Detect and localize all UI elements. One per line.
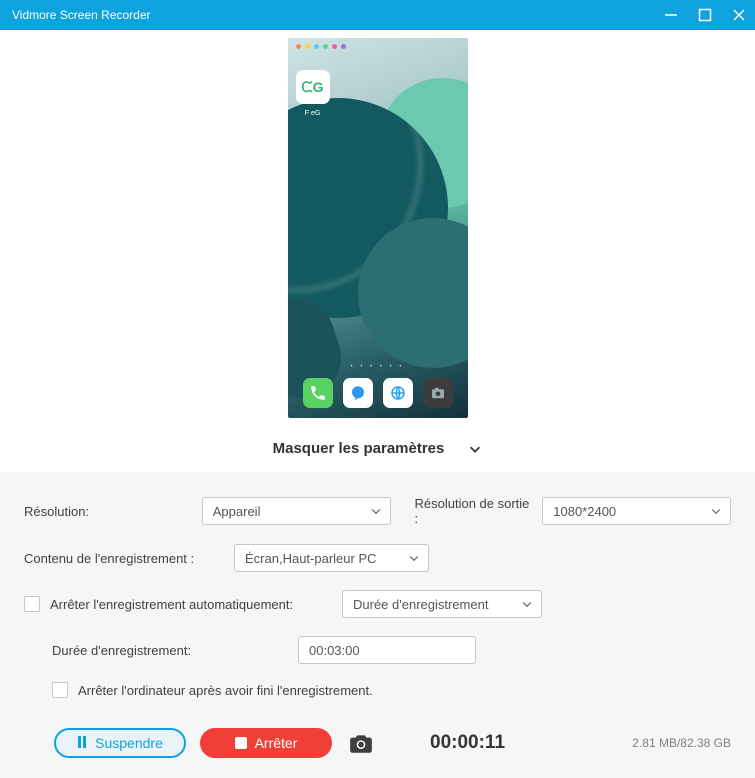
preview-area: ᙅG F eG • • • • • •: [0, 30, 755, 432]
auto-stop-checkbox[interactable]: [24, 596, 40, 612]
camera-icon: [348, 732, 374, 754]
close-button[interactable]: [731, 7, 747, 23]
chevron-down-icon: [408, 552, 420, 564]
duration-value: 00:03:00: [309, 643, 360, 658]
chevron-down-icon: [521, 598, 533, 610]
resolution-value: Appareil: [213, 504, 261, 519]
minimize-button[interactable]: [663, 7, 679, 23]
output-resolution-label: Résolution de sortie :: [415, 496, 533, 526]
settings-toggle-row: Masquer les paramètres: [0, 432, 755, 472]
screenshot-button[interactable]: [346, 730, 376, 756]
chevron-down-icon: [370, 505, 382, 517]
output-resolution-select[interactable]: 1080*2400: [542, 497, 731, 525]
camera-icon: [423, 378, 453, 408]
stop-label: Arrêter: [255, 735, 298, 751]
content-select[interactable]: Écran,Haut-parleur PC: [234, 544, 429, 572]
footer-bar: Suspendre Arrêter 00:00:11 2.81 MB/82.38…: [0, 720, 755, 778]
auto-stop-label: Arrêter l'enregistrement automatiquement…: [50, 597, 332, 612]
phone-app-icon: ᙅG F eG: [296, 70, 330, 104]
message-icon: [343, 378, 373, 408]
toggle-settings-label: Masquer les paramètres: [273, 440, 445, 457]
phone-dock: [288, 378, 468, 408]
duration-input[interactable]: 00:03:00: [298, 636, 476, 664]
stop-button[interactable]: Arrêter: [200, 728, 332, 758]
settings-panel: Résolution: Appareil Résolution de sorti…: [0, 472, 755, 720]
output-resolution-value: 1080*2400: [553, 504, 616, 519]
maximize-button[interactable]: [697, 7, 713, 23]
auto-stop-mode-select[interactable]: Durée d'enregistrement: [342, 590, 542, 618]
resolution-select[interactable]: Appareil: [202, 497, 391, 525]
app-title: Vidmore Screen Recorder: [12, 8, 151, 22]
toggle-settings-button[interactable]: Masquer les paramètres: [273, 440, 483, 457]
chevron-down-icon: [468, 442, 482, 456]
phone-app-label: F eG: [305, 110, 321, 117]
recording-timer: 00:00:11: [430, 732, 505, 754]
phone-status-bar: [296, 44, 346, 49]
auto-stop-mode-value: Durée d'enregistrement: [353, 597, 488, 612]
suspend-label: Suspendre: [95, 735, 163, 751]
window-controls: [663, 7, 747, 23]
chevron-down-icon: [710, 505, 722, 517]
phone-page-dots: • • • • • •: [288, 364, 468, 370]
storage-info: 2.81 MB/82.38 GB: [632, 736, 731, 750]
content-label: Contenu de l'enregistrement :: [24, 551, 224, 566]
phone-app-badge: ᙅG: [301, 79, 323, 96]
device-preview: ᙅG F eG • • • • • •: [288, 38, 468, 418]
globe-icon: [383, 378, 413, 408]
duration-label: Durée d'enregistrement:: [52, 643, 288, 658]
resolution-label: Résolution:: [24, 504, 192, 519]
title-bar: Vidmore Screen Recorder: [0, 0, 755, 30]
shutdown-checkbox[interactable]: [52, 682, 68, 698]
pause-icon: [77, 735, 87, 751]
content-value: Écran,Haut-parleur PC: [245, 551, 377, 566]
suspend-button[interactable]: Suspendre: [54, 728, 186, 758]
phone-icon: [303, 378, 333, 408]
stop-icon: [235, 737, 247, 749]
shutdown-label: Arrêter l'ordinateur après avoir fini l'…: [78, 683, 373, 698]
